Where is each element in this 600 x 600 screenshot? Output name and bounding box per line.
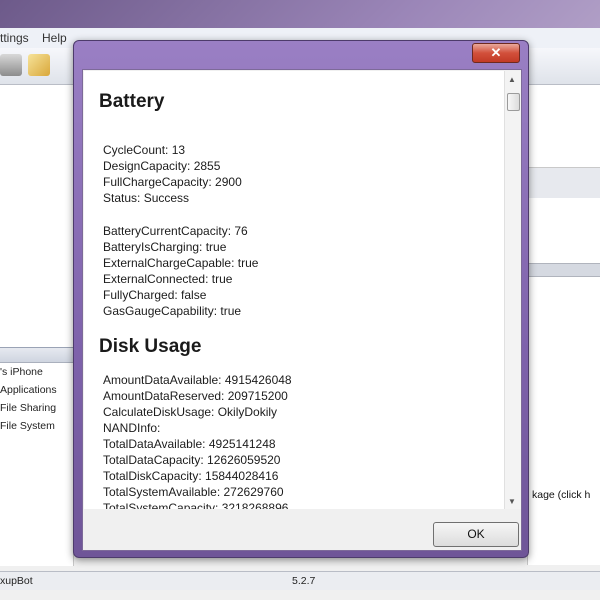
right-panel: kage (click h <box>527 85 600 565</box>
disk-calculate-disk-usage: CalculateDiskUsage: OkilyDokily <box>103 405 278 419</box>
menu-settings[interactable]: ttings <box>0 31 29 45</box>
close-button[interactable]: ✕ <box>472 43 520 63</box>
status-bar: xupBot 5.2.7 <box>0 571 600 590</box>
disk-amount-data-reserved: AmountDataReserved: 209715200 <box>103 389 288 403</box>
disk-total-data-available: TotalDataAvailable: 4925141248 <box>103 437 276 451</box>
status-version: 5.2.7 <box>292 575 316 587</box>
status-app-name: xupBot <box>0 575 33 587</box>
disk-nand-info: NANDInfo: <box>103 421 161 435</box>
right-panel-header <box>528 167 600 198</box>
scroll-down-arrow-icon[interactable]: ▼ <box>508 497 516 506</box>
info-content[interactable]: Battery CycleCount: 13 DesignCapacity: 2… <box>84 71 504 509</box>
battery-current-capacity: BatteryCurrentCapacity: 76 <box>103 224 248 238</box>
menu-help[interactable]: Help <box>42 31 67 45</box>
device-item-applications[interactable]: Applications <box>0 384 57 396</box>
disk-amount-data-available: AmountDataAvailable: 4915426048 <box>103 373 292 387</box>
ok-button[interactable]: OK <box>433 522 519 547</box>
right-panel-message: kage (click h <box>532 489 591 501</box>
right-panel-divider <box>528 263 600 277</box>
battery-external-connected: ExternalConnected: true <box>103 272 233 286</box>
device-tree-panel: 's iPhone Applications File Sharing File… <box>0 347 74 566</box>
battery-cycle-count: CycleCount: 13 <box>103 143 186 157</box>
battery-is-charging: BatteryIsCharging: true <box>103 240 227 254</box>
device-item-iphone[interactable]: 's iPhone <box>0 366 43 378</box>
toolbar-save-icon[interactable] <box>0 54 22 76</box>
battery-fully-charged: FullyCharged: false <box>103 288 207 302</box>
vertical-scrollbar[interactable]: ▲ ▼ <box>504 71 521 509</box>
battery-external-charge-capable: ExternalChargeCapable: true <box>103 256 259 270</box>
device-item-file-system[interactable]: File System <box>0 420 55 432</box>
device-tree-header <box>0 348 73 363</box>
device-item-file-sharing[interactable]: File Sharing <box>0 402 56 414</box>
disk-total-disk-capacity: TotalDiskCapacity: 15844028416 <box>103 469 279 483</box>
dialog-client-area: Battery CycleCount: 13 DesignCapacity: 2… <box>82 69 522 551</box>
scroll-up-arrow-icon[interactable]: ▲ <box>508 75 516 84</box>
dialog-footer: OK <box>84 510 520 549</box>
battery-gas-gauge-capability: GasGaugeCapability: true <box>103 304 242 318</box>
battery-full-charge-capacity: FullChargeCapacity: 2900 <box>103 175 242 189</box>
disk-total-system-capacity: TotalSystemCapacity: 3218268896 <box>103 501 289 509</box>
file-tree-panel <box>0 85 74 347</box>
scrollbar-thumb[interactable] <box>507 93 520 111</box>
battery-design-capacity: DesignCapacity: 2855 <box>103 159 221 173</box>
device-info-dialog: ✕ Battery CycleCount: 13 DesignCapacity:… <box>73 40 529 558</box>
disk-usage-section-title: Disk Usage <box>99 336 202 357</box>
disk-total-data-capacity: TotalDataCapacity: 12626059520 <box>103 453 281 467</box>
battery-section-title: Battery <box>99 91 165 112</box>
right-panel-top <box>528 85 600 167</box>
disk-total-system-available: TotalSystemAvailable: 272629760 <box>103 485 284 499</box>
battery-status: Status: Success <box>103 191 190 205</box>
toolbar-clean-icon[interactable] <box>28 54 50 76</box>
